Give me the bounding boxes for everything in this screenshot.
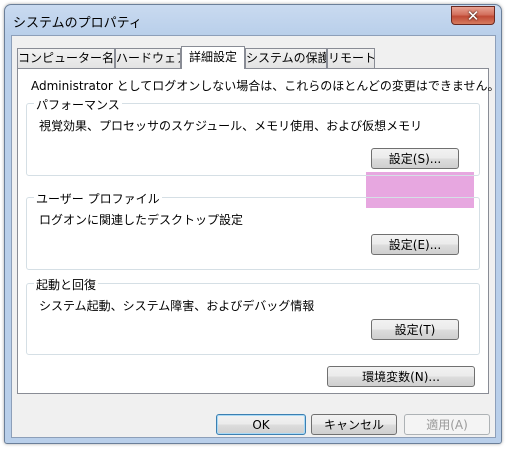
apply-button[interactable]: 適用(A) [404, 414, 490, 435]
performance-settings-button[interactable]: 設定(S)... [371, 148, 459, 169]
close-icon: ✕ [466, 6, 480, 25]
startup-recovery-group: 起動と回復 システム起動、システム障害、およびデバッグ情報 設定(T) [26, 276, 480, 355]
startup-recovery-settings-button[interactable]: 設定(T) [371, 319, 459, 340]
user-profile-settings-button[interactable]: 設定(E)... [371, 234, 459, 255]
advanced-tab-panel: Administrator としてログオンしない場合は、これらのほとんどの変更は… [17, 68, 500, 394]
tab-advanced[interactable]: 詳細設定 [181, 46, 245, 69]
tab-computer-name[interactable]: コンピューター名 [17, 48, 115, 68]
title-bar[interactable]: システムのプロパティ ✕ [5, 5, 501, 35]
performance-group: パフォーマンス 視覚効果、プロセッサのスケジュール、メモリ使用、および仮想メモリ… [26, 96, 480, 176]
performance-description: 視覚効果、プロセッサのスケジュール、メモリ使用、および仮想メモリ [39, 119, 423, 133]
performance-group-title: パフォーマンス [34, 96, 122, 113]
tab-remote[interactable]: リモート [327, 48, 375, 68]
startup-recovery-group-title: 起動と回復 [34, 276, 99, 293]
cancel-button[interactable]: キャンセル [311, 414, 397, 435]
tab-hardware[interactable]: ハードウェア [115, 48, 181, 68]
close-button[interactable]: ✕ [451, 6, 495, 25]
startup-recovery-description: システム起動、システム障害、およびデバッグ情報 [39, 299, 315, 313]
tab-system-protection[interactable]: システムの保護 [245, 48, 327, 68]
user-profile-group-title: ユーザー プロファイル [34, 190, 162, 207]
environment-variables-button[interactable]: 環境変数(N)... [327, 366, 475, 387]
system-properties-window: システムのプロパティ ✕ コンピューター名 ハードウェア 詳細設定 システムの保… [4, 4, 502, 444]
dialog-client-area: コンピューター名 ハードウェア 詳細設定 システムの保護 リモート Admini… [11, 35, 500, 438]
user-profile-group: ユーザー プロファイル ログオンに関連したデスクトップ設定 設定(E)... [26, 190, 480, 270]
window-title: システムのプロパティ [13, 16, 142, 31]
admin-notice: Administrator としてログオンしない場合は、これらのほとんどの変更は… [31, 79, 500, 93]
user-profile-description: ログオンに関連したデスクトップ設定 [39, 213, 244, 227]
ok-button[interactable]: OK [216, 414, 306, 435]
